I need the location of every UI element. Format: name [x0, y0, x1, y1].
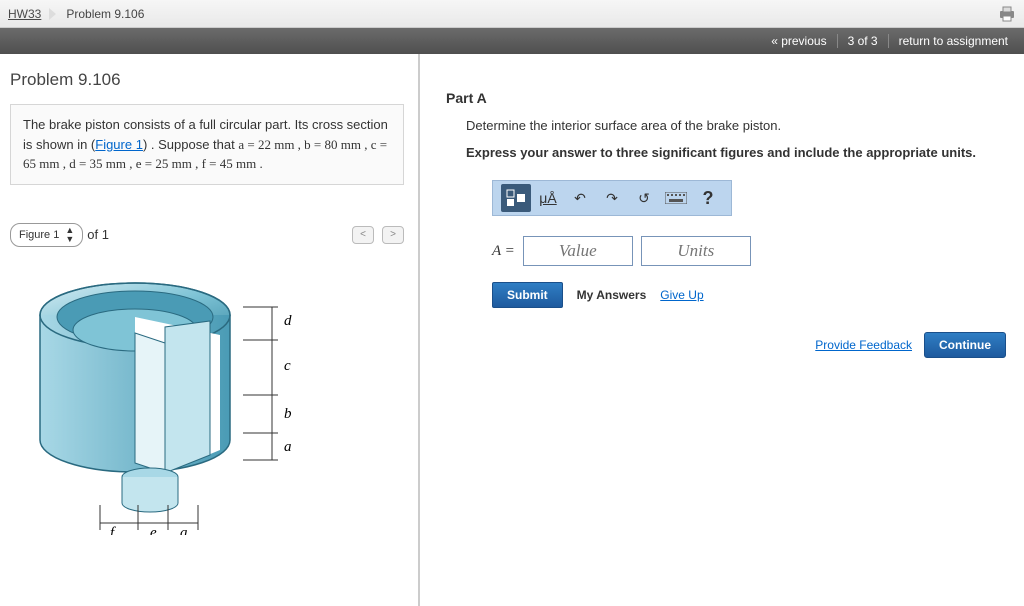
submit-button[interactable]: Submit — [492, 282, 563, 308]
dim-b: b — [284, 406, 292, 422]
figure-next-button[interactable]: > — [382, 226, 404, 244]
keyboard-icon[interactable] — [661, 184, 691, 212]
bottom-row: Provide Feedback Continue — [446, 332, 1010, 358]
figure-image: d c b a f e a — [10, 255, 370, 535]
answer-label: A = — [492, 243, 515, 260]
submit-row: Submit My Answers Give Up — [492, 282, 1010, 308]
figure-selector-label: Figure 1 — [19, 229, 59, 241]
question-text: Determine the interior surface area of t… — [446, 118, 1010, 133]
give-up-link[interactable]: Give Up — [660, 288, 703, 302]
part-heading: Part A — [446, 90, 1010, 106]
dim-a2: a — [180, 525, 188, 535]
redo-icon[interactable]: ↷ — [597, 184, 627, 212]
dim-a: a — [284, 439, 292, 455]
figure-selector[interactable]: Figure 1 ▲▼ — [10, 223, 83, 247]
right-panel: Part A Determine the interior surface ar… — [420, 54, 1024, 606]
dim-c: c — [284, 358, 291, 374]
figure-of-label: of 1 — [87, 227, 109, 242]
stepper-icon[interactable]: ▲▼ — [65, 226, 74, 244]
units-button[interactable]: μÅ — [533, 184, 563, 212]
continue-button[interactable]: Continue — [924, 332, 1006, 358]
breadcrumb-hw[interactable]: HW33 — [8, 7, 41, 21]
template-icon[interactable] — [501, 184, 531, 212]
dim-f: f — [110, 525, 116, 535]
reset-icon[interactable]: ↺ — [629, 184, 659, 212]
provide-feedback-link[interactable]: Provide Feedback — [815, 338, 912, 352]
figure-link[interactable]: Figure 1 — [95, 137, 143, 152]
undo-icon[interactable]: ↶ — [565, 184, 595, 212]
problem-title: Problem 9.106 — [10, 70, 404, 90]
dim-e: e — [150, 525, 157, 535]
desc-text-post: ) . Suppose that — [143, 137, 238, 152]
dim-d: d — [284, 313, 292, 329]
chevron-right-icon — [49, 8, 56, 20]
problem-description: The brake piston consists of a full circ… — [10, 104, 404, 185]
breadcrumb-problem: Problem 9.106 — [66, 7, 144, 21]
value-input[interactable] — [523, 236, 633, 266]
figure-nav: Figure 1 ▲▼ of 1 < > — [10, 223, 404, 247]
figure-prev-button[interactable]: < — [352, 226, 374, 244]
nav-bar: « previous 3 of 3 return to assignment — [0, 28, 1024, 54]
answer-row: A = — [492, 236, 1010, 266]
nav-return[interactable]: return to assignment — [888, 34, 1018, 48]
equation-toolbar: μÅ ↶ ↷ ↺ ? — [492, 180, 732, 216]
instruction-text: Express your answer to three significant… — [446, 145, 1010, 160]
breadcrumb-bar: HW33 Problem 9.106 — [0, 0, 1024, 28]
nav-previous[interactable]: « previous — [761, 34, 836, 48]
help-button[interactable]: ? — [693, 184, 723, 212]
answer-area: μÅ ↶ ↷ ↺ ? A = Submit My Answers Give Up — [492, 180, 1010, 308]
print-icon[interactable] — [998, 6, 1016, 22]
units-input[interactable] — [641, 236, 751, 266]
left-panel: Problem 9.106 The brake piston consists … — [0, 54, 420, 606]
nav-position: 3 of 3 — [837, 34, 888, 48]
my-answers-link[interactable]: My Answers — [577, 288, 647, 302]
main-content: Problem 9.106 The brake piston consists … — [0, 54, 1024, 606]
